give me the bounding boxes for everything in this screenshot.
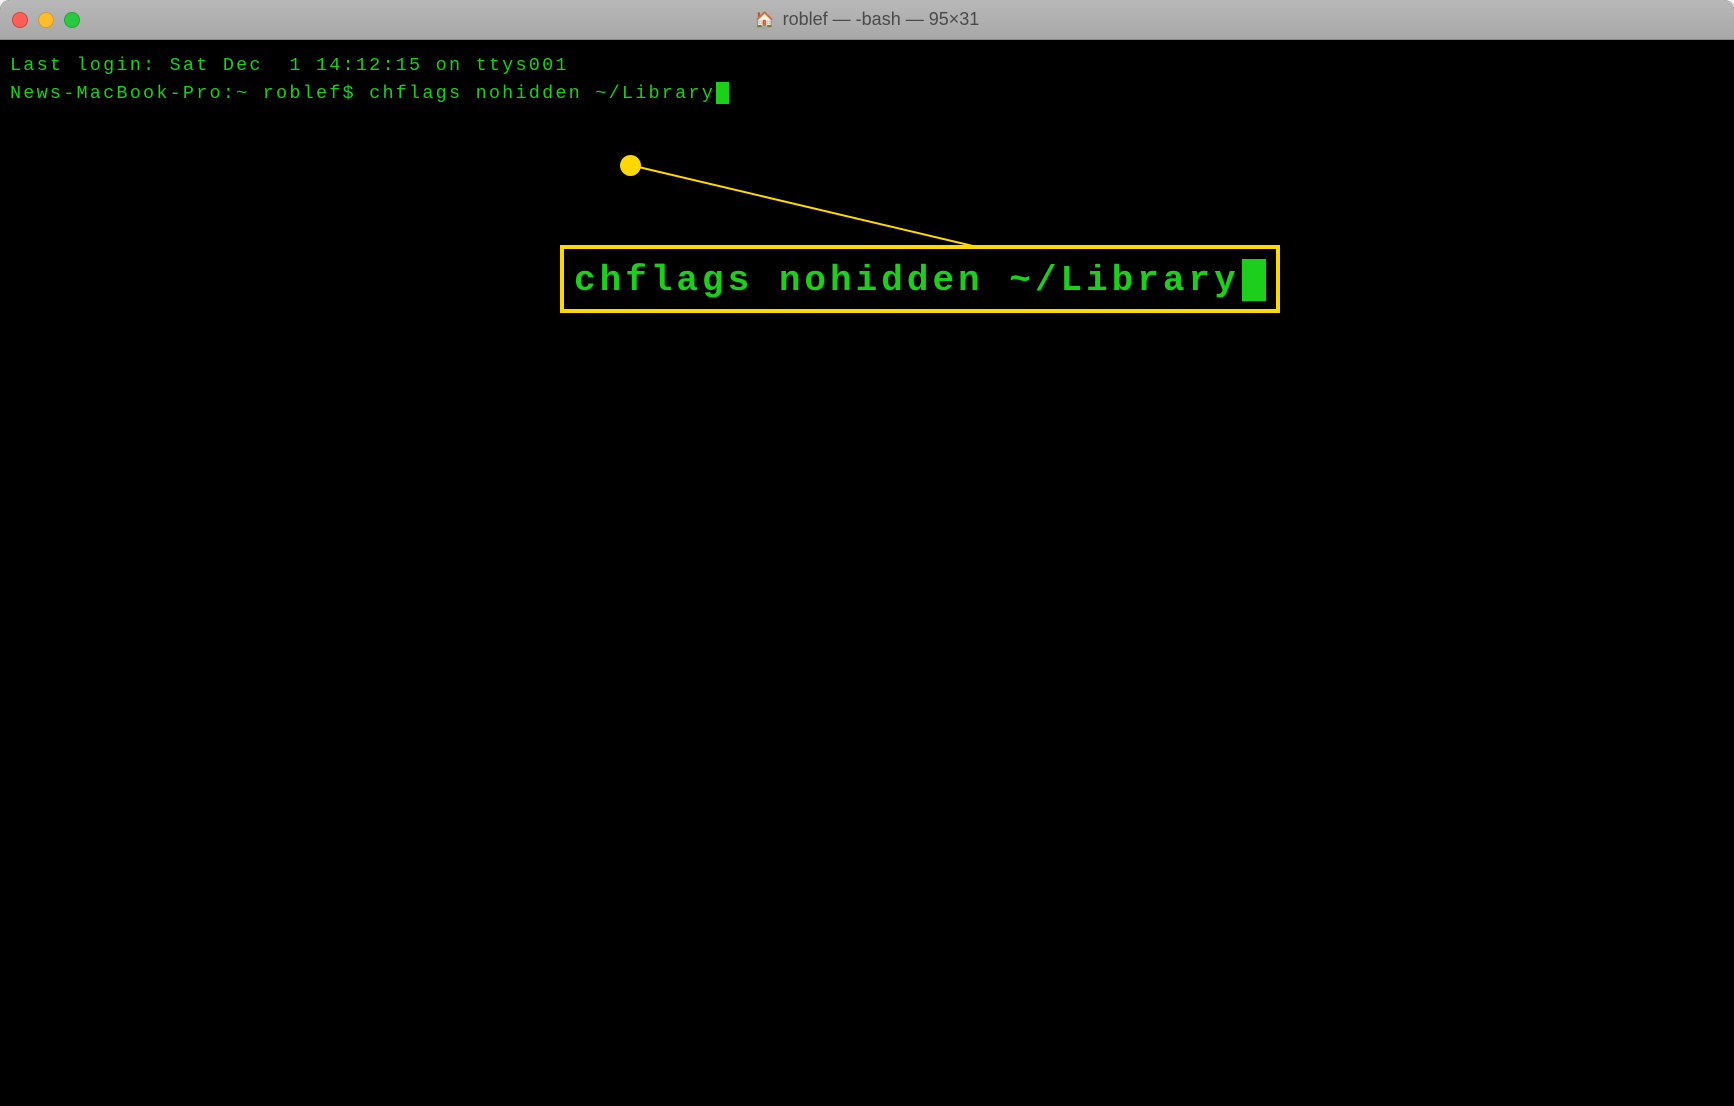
prompt-line: News-MacBook-Pro:~ roblef$ chflags nohid… [10,80,1724,108]
command-text: chflags nohidden ~/Library [369,83,715,104]
terminal-window: 🏠 roblef — -bash — 95×31 Last login: Sat… [0,0,1734,1106]
maximize-button[interactable] [64,12,80,28]
window-title: 🏠 roblef — -bash — 95×31 [755,9,980,30]
callout-overlay: chflags nohidden ~/Library [0,40,1734,1106]
callout-cursor-icon [1242,259,1266,301]
callout-dot-icon [620,155,641,176]
title-bar: 🏠 roblef — -bash — 95×31 [0,0,1734,40]
cursor-icon [716,82,729,104]
window-title-text: roblef — -bash — 95×31 [783,9,980,30]
home-icon: 🏠 [755,10,775,30]
close-button[interactable] [12,12,28,28]
callout-connector-line [620,150,1020,260]
callout-command-text: chflags nohidden ~/Library [574,260,1240,301]
callout-box: chflags nohidden ~/Library [560,245,1280,313]
prompt-text: News-MacBook-Pro:~ roblef$ [10,83,369,104]
minimize-button[interactable] [38,12,54,28]
terminal-body[interactable]: Last login: Sat Dec 1 14:12:15 on ttys00… [0,40,1734,1106]
traffic-lights [12,12,80,28]
last-login-line: Last login: Sat Dec 1 14:12:15 on ttys00… [10,52,1724,80]
callout-text: chflags nohidden ~/Library [574,259,1266,301]
